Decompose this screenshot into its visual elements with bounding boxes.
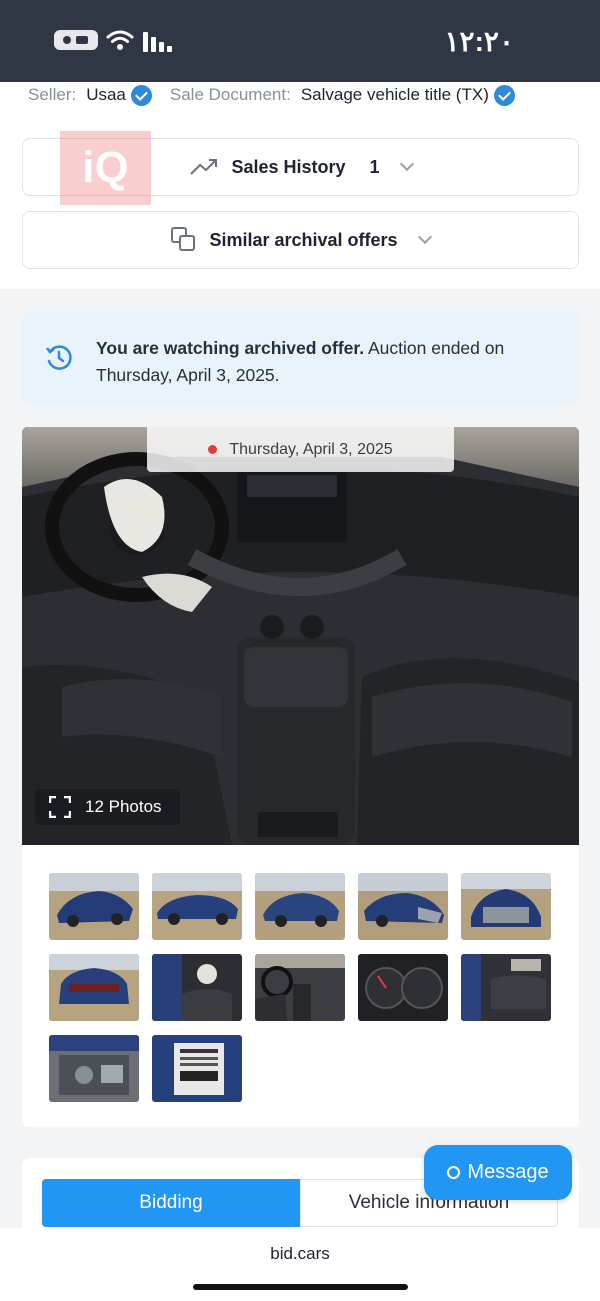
signal-icon [143, 32, 172, 52]
main-photo[interactable]: Thursday, April 3, 2025 12 Photos [22, 427, 579, 845]
thumbnail[interactable] [461, 954, 551, 1021]
thumbnail[interactable] [152, 954, 242, 1021]
thumbnail[interactable] [152, 873, 242, 940]
home-indicator[interactable] [193, 1284, 408, 1290]
similar-offers-toggle[interactable]: Similar archival offers [22, 211, 579, 269]
verified-icon [493, 84, 515, 106]
archived-notice-bold: You are watching archived offer. [96, 338, 365, 358]
thumbnail[interactable] [255, 954, 345, 1021]
status-bar: ۱۲:۲۰ [0, 0, 600, 82]
sale-document-value: Salvage vehicle title (TX) [300, 85, 489, 104]
battery-icon [54, 30, 98, 50]
thumbnail[interactable] [358, 954, 448, 1021]
copy-icon [171, 227, 196, 251]
wifi-icon [106, 30, 134, 50]
thumbnail[interactable] [49, 873, 139, 940]
archived-notice: You are watching archived offer. Auction… [22, 311, 579, 405]
verified-icon [130, 84, 152, 106]
live-dot-icon [208, 445, 218, 454]
seller-info-row: Seller: Usaa Sale Document: Salvage vehi… [28, 82, 515, 108]
chat-icon [447, 1166, 461, 1179]
browser-bottom-bar: bid.cars [0, 1228, 600, 1301]
auction-date: Thursday, April 3, 2025 [229, 440, 393, 458]
seller-value: Usaa [86, 85, 126, 104]
auction-date-pill: Thursday, April 3, 2025 [147, 427, 454, 472]
thumbnail[interactable] [152, 1035, 242, 1102]
history-icon [46, 345, 72, 370]
sales-history-label: Sales History [231, 156, 346, 177]
car-interior-image [22, 427, 579, 845]
thumbnail[interactable] [49, 1035, 139, 1102]
sale-document-label: Sale Document: [169, 85, 291, 104]
iq-logo: iQ [60, 131, 151, 205]
seller-label: Seller: [28, 85, 77, 104]
archived-notice-text: You are watching archived offer. Auction… [96, 335, 556, 389]
chevron-down-icon [417, 229, 432, 245]
photos-count: 12 Photos [85, 797, 162, 816]
url-field[interactable]: bid.cars [0, 1244, 600, 1264]
thumbnail[interactable] [358, 873, 448, 940]
thumbnail[interactable] [49, 954, 139, 1021]
message-label: Message [467, 1161, 549, 1183]
trend-icon [190, 159, 218, 175]
chevron-down-icon [399, 156, 414, 172]
similar-offers-label: Similar archival offers [209, 229, 398, 250]
thumbnail[interactable] [255, 873, 345, 940]
message-button[interactable]: Message [424, 1145, 572, 1200]
photo-gallery: Thursday, April 3, 2025 12 Photos [22, 427, 579, 1127]
tab-bidding[interactable]: Bidding [42, 1179, 300, 1227]
thumbnail[interactable] [461, 873, 551, 940]
fullscreen-icon [49, 796, 71, 818]
sales-history-count: 1 [369, 156, 380, 177]
photos-count-button[interactable]: 12 Photos [35, 789, 180, 825]
status-time: ۱۲:۲۰ [444, 26, 514, 57]
